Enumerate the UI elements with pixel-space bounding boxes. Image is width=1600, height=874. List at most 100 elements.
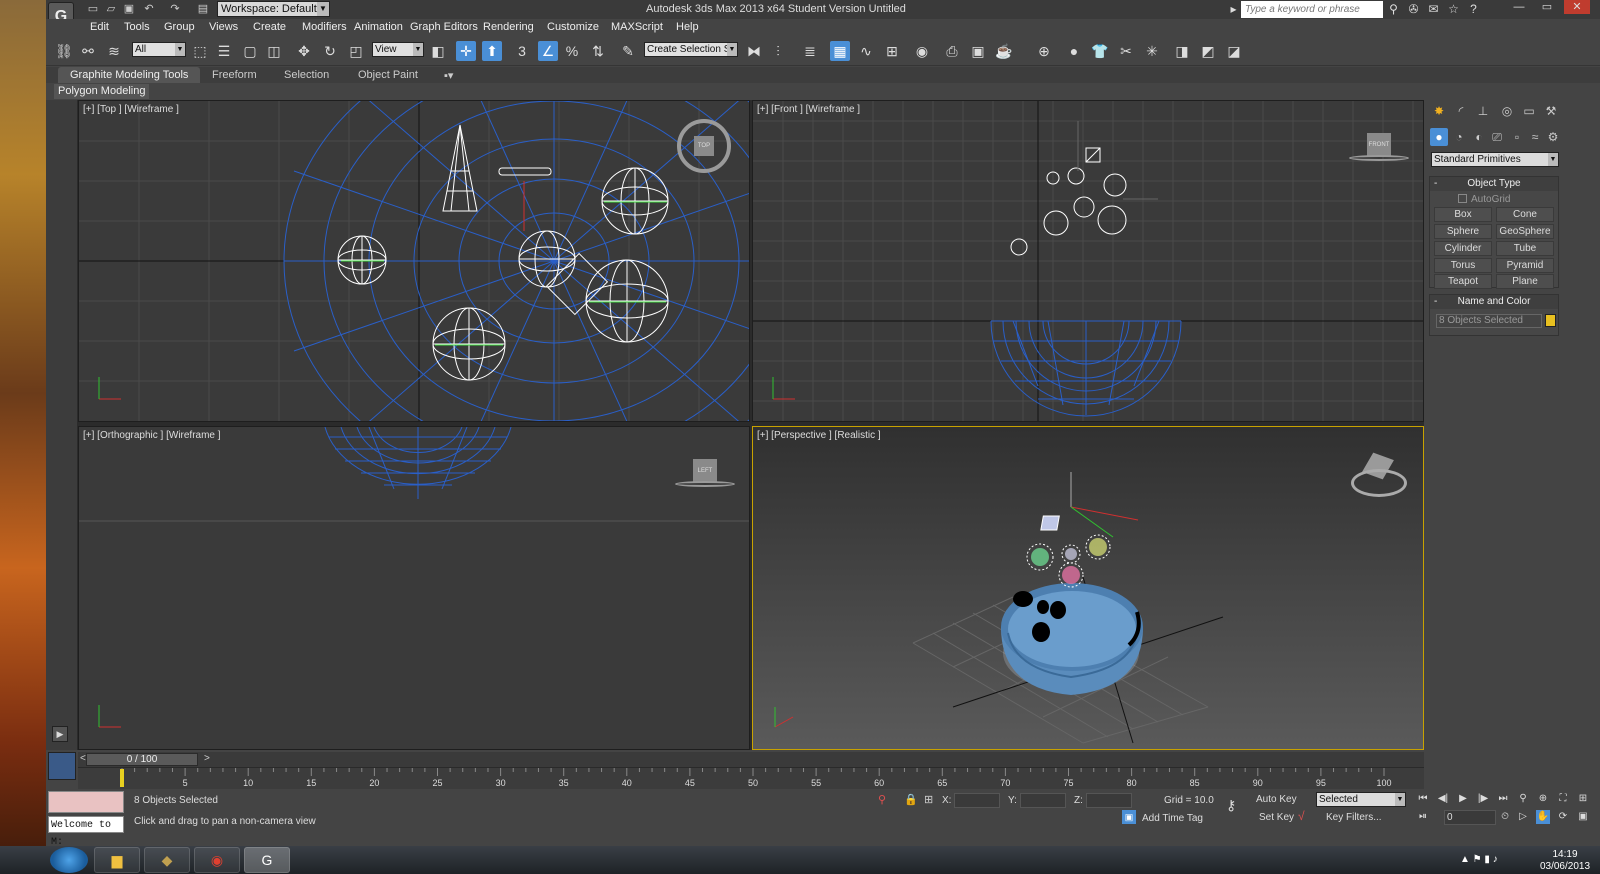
- teapot-button[interactable]: Teapot: [1434, 274, 1492, 289]
- percent-snap-icon[interactable]: %: [562, 41, 582, 61]
- menu-tools[interactable]: Tools: [124, 21, 150, 33]
- z-coordinate-field[interactable]: [1086, 793, 1132, 808]
- project-folder-icon[interactable]: ▤: [196, 3, 210, 16]
- set-key-button[interactable]: Set Key: [1259, 812, 1294, 823]
- start-button[interactable]: [50, 847, 88, 873]
- restore-button[interactable]: ▭: [1534, 0, 1560, 14]
- create-tab-icon[interactable]: ✸: [1430, 102, 1448, 120]
- shapes-icon[interactable]: ◔: [1450, 128, 1468, 146]
- ribbon-options-icon[interactable]: ▪▾: [444, 69, 453, 82]
- viewport-layout-icon[interactable]: ◨: [1172, 41, 1192, 61]
- 3dsmax-taskbar-icon[interactable]: G: [244, 847, 290, 873]
- play-icon[interactable]: ▶: [52, 726, 68, 742]
- zoom-all-icon[interactable]: ⊕: [1536, 792, 1550, 806]
- systems-icon[interactable]: ⚙: [1544, 128, 1562, 146]
- autogrid-checkbox[interactable]: AutoGrid: [1458, 194, 1510, 205]
- hierarchy-tab-icon[interactable]: ⊥: [1474, 102, 1492, 120]
- maximize-viewport-icon[interactable]: ▣: [1576, 810, 1590, 824]
- zoom-extents-icon[interactable]: ⛶: [1556, 792, 1570, 806]
- cone-button[interactable]: Cone: [1496, 207, 1554, 222]
- key-mode-dropdown[interactable]: Selected ▼: [1316, 792, 1406, 807]
- search-icon[interactable]: ⚲: [1386, 2, 1401, 17]
- zoom-extents-all-icon[interactable]: ⊞: [1576, 792, 1590, 806]
- open-file-icon[interactable]: ▱: [104, 3, 118, 16]
- workspace-dropdown[interactable]: Workspace: Default ▼: [217, 1, 330, 17]
- zoom-icon[interactable]: ⚲: [1516, 792, 1530, 806]
- help-icon[interactable]: ?: [1466, 2, 1481, 17]
- favorites-icon[interactable]: ☆: [1446, 2, 1461, 17]
- clock-date[interactable]: 03/06/2013: [1536, 861, 1594, 872]
- box-button[interactable]: Box: [1434, 207, 1492, 222]
- move-icon[interactable]: ✥: [294, 41, 314, 61]
- ribbon-polygon-modeling[interactable]: Polygon Modeling: [54, 84, 150, 99]
- cameras-icon[interactable]: ⎚: [1488, 128, 1506, 146]
- x-coordinate-field[interactable]: [954, 793, 1000, 808]
- rotate-icon[interactable]: ↻: [320, 41, 340, 61]
- viewport-orthographic-label[interactable]: [+] [Orthographic ] [Wireframe ]: [83, 430, 221, 441]
- prev-frame-arrow-icon[interactable]: <: [80, 753, 86, 764]
- named-selection-dropdown[interactable]: Create Selection Se ▼: [644, 42, 738, 57]
- tab-selection[interactable]: Selection: [284, 69, 329, 81]
- time-slider-handle[interactable]: 0 / 100: [86, 753, 198, 766]
- field-of-view-icon[interactable]: ▷: [1516, 810, 1530, 824]
- utilities-tab-icon[interactable]: ⚒: [1542, 102, 1560, 120]
- viewport-layout-2-icon[interactable]: ◩: [1198, 41, 1218, 61]
- geosphere-button[interactable]: GeoSphere: [1496, 224, 1554, 239]
- lights-icon[interactable]: ◐: [1470, 128, 1488, 146]
- scale-icon[interactable]: ◰: [346, 41, 366, 61]
- bind-space-warp-icon[interactable]: ≋: [104, 41, 124, 61]
- previous-frame-icon[interactable]: ◀|: [1436, 792, 1450, 806]
- rectangular-selection-icon[interactable]: ▢: [240, 41, 260, 61]
- menu-customize[interactable]: Customize: [547, 21, 599, 33]
- select-object-icon[interactable]: ⬚: [190, 41, 210, 61]
- set-key-icon[interactable]: ⚷: [1226, 797, 1236, 814]
- go-to-end-icon[interactable]: ⏭: [1496, 792, 1510, 806]
- pivot-center-icon[interactable]: ◧: [428, 41, 448, 61]
- viewport-perspective-label[interactable]: [+] [Perspective ] [Realistic ]: [757, 430, 881, 441]
- viewport-layout-3-icon[interactable]: ◪: [1224, 41, 1244, 61]
- layer-manager-icon[interactable]: ≣: [800, 41, 820, 61]
- time-marker[interactable]: [120, 769, 124, 787]
- menu-modifiers[interactable]: Modifiers: [302, 21, 347, 33]
- tray-icons[interactable]: ▲ ⚑ ▮ ♪: [1460, 854, 1498, 865]
- chrome-taskbar-icon[interactable]: ◉: [194, 847, 240, 873]
- welcome-message[interactable]: Welcome to M:: [48, 816, 124, 848]
- menu-edit[interactable]: Edit: [90, 21, 109, 33]
- spinner-snap-icon[interactable]: ⇅: [588, 41, 608, 61]
- current-frame-field[interactable]: 0: [1444, 810, 1496, 825]
- torus-button[interactable]: Torus: [1434, 258, 1492, 273]
- object-name-field[interactable]: 8 Objects Selected: [1436, 314, 1542, 328]
- space-warps-icon[interactable]: ≈: [1526, 128, 1544, 146]
- subscription-icon[interactable]: ✇: [1406, 2, 1421, 17]
- time-config-icon[interactable]: ⏲: [1498, 810, 1512, 824]
- geometry-icon[interactable]: ●: [1430, 128, 1448, 146]
- time-tag-icon[interactable]: ▣: [1122, 810, 1136, 824]
- maxscript-listener-mini[interactable]: [48, 791, 124, 813]
- viewcube-orthographic[interactable]: LEFT: [675, 459, 735, 489]
- viewcube-front[interactable]: FRONT: [1349, 133, 1409, 163]
- render-production-icon[interactable]: ☕: [994, 41, 1014, 61]
- selection-filter-dropdown[interactable]: All ▼: [132, 42, 186, 57]
- rendered-frame-icon[interactable]: ▣: [968, 41, 988, 61]
- tube-button[interactable]: Tube: [1496, 241, 1554, 256]
- isolate-icon[interactable]: ⚲: [878, 793, 886, 806]
- menu-rendering[interactable]: Rendering: [483, 21, 534, 33]
- container-icon[interactable]: ⊕: [1034, 41, 1054, 61]
- menu-animation[interactable]: Animation: [354, 21, 403, 33]
- helpers-icon[interactable]: ▫: [1508, 128, 1526, 146]
- unlink-icon[interactable]: ⚯: [78, 41, 98, 61]
- sphere-tool-icon[interactable]: ●: [1064, 41, 1084, 61]
- viewport-orthographic[interactable]: [+] [Orthographic ] [Wireframe ] LEFT: [78, 426, 750, 750]
- time-slider[interactable]: < 0 / 100 >: [78, 752, 1424, 767]
- app-taskbar-icon[interactable]: ◆: [144, 847, 190, 873]
- reference-coord-dropdown[interactable]: View ▼: [372, 42, 424, 57]
- go-to-start-icon[interactable]: ⏮: [1416, 792, 1430, 806]
- snaps-toggle-icon[interactable]: 3: [512, 41, 532, 61]
- minimize-button[interactable]: —: [1506, 0, 1532, 14]
- object-type-header[interactable]: - Object Type: [1430, 177, 1558, 191]
- clock-time[interactable]: 14:19: [1536, 849, 1594, 860]
- sphere-button[interactable]: Sphere: [1434, 224, 1492, 239]
- menu-create[interactable]: Create: [253, 21, 286, 33]
- key-filters-button[interactable]: Key Filters...: [1326, 812, 1382, 823]
- angle-snap-icon[interactable]: ∠: [538, 41, 558, 61]
